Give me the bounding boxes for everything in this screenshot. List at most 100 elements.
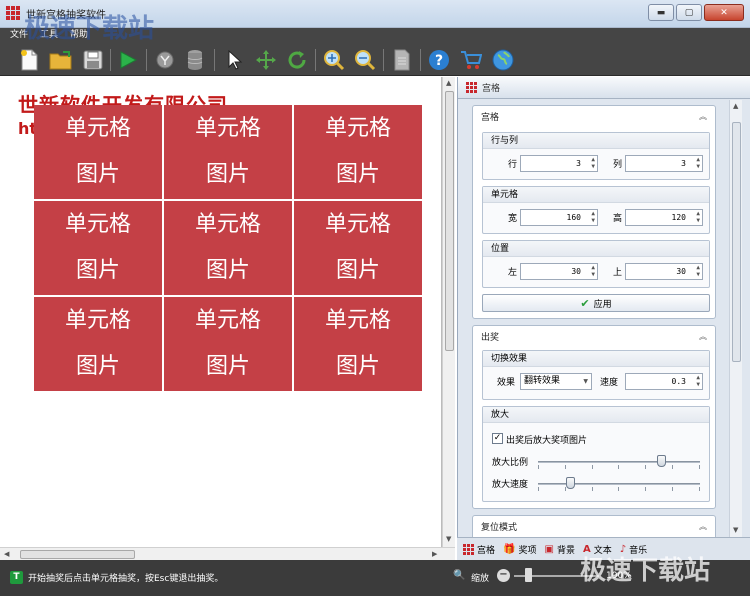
scroll-left-icon[interactable]: ◀ [4,550,9,558]
grid-cell-2[interactable]: 单元格 图片 [164,105,292,199]
collapse-icon[interactable]: ︽ [699,111,707,122]
spin-arrows-icon[interactable]: ▲ ▼ [591,156,595,170]
switch-effect-group: 切换效果 效果 翻转效果 ▼ 速度 0.3 ▲ ▼ [482,350,710,400]
grid-cell-9[interactable]: 单元格 图片 [294,297,422,391]
ratio-slider-track[interactable] [538,461,700,463]
canvas-horizontal-scrollbar[interactable]: ◀ ▶ [0,547,455,560]
group-title: 放大 [483,407,709,423]
spin-arrows-icon[interactable]: ▲ ▼ [696,210,700,224]
top-label: 上 [613,268,623,278]
zoom-out-icon[interactable] [352,47,378,73]
grid-cell-7[interactable]: 单元格 图片 [34,297,162,391]
spin-arrows-icon[interactable]: ▲ ▼ [591,264,595,278]
group-title: 位置 [483,241,709,257]
left-label: 左 [508,268,518,278]
cell-subtext: 图片 [205,162,250,187]
height-value: 120 [671,213,686,222]
globe-icon[interactable] [490,47,516,73]
cell-subtext: 图片 [335,354,380,379]
scroll-right-icon[interactable]: ▶ [432,550,437,558]
lottery-canvas[interactable]: 世新软件开发有限公司 ht 单元格图片 单元格图片 单元格图片 单元格图片 单元… [0,77,442,547]
zoom-label: 缩放 [471,574,490,584]
refresh-icon[interactable] [284,47,310,73]
grid-icon [463,543,474,555]
spin-arrows-icon[interactable]: ▲ ▼ [591,210,595,224]
panel-vertical-scrollbar[interactable]: ▲ ▼ [729,100,742,537]
new-icon[interactable] [16,47,42,73]
zoom-slider-thumb[interactable] [525,568,532,582]
prize-section-header[interactable]: 出奖 ︽ [473,326,715,346]
check-icon: ✔ [580,296,590,310]
panel-header: 宫格 [458,77,750,99]
collapse-icon[interactable]: ︽ [699,521,707,532]
help-icon[interactable]: ? [426,47,452,73]
pointer-icon[interactable] [222,47,248,73]
effect-select[interactable]: 翻转效果 ▼ [520,373,592,390]
grid-cell-8[interactable]: 单元格 图片 [164,297,292,391]
width-stepper[interactable]: 160 ▲ ▼ [520,209,598,226]
filter-icon[interactable] [152,47,178,73]
speed-slider-track[interactable] [538,483,700,485]
height-stepper[interactable]: 120 ▲ ▼ [625,209,703,226]
zoom-in-icon[interactable] [321,47,347,73]
play-icon[interactable] [115,47,141,73]
scroll-down-icon[interactable]: ▼ [446,535,451,543]
scroll-thumb[interactable] [445,91,454,351]
tab-grid[interactable]: 宫格 [463,543,495,556]
cart-icon[interactable] [458,47,484,73]
minimize-button[interactable]: ▬ [648,4,674,21]
row-stepper[interactable]: 3 ▲ ▼ [520,155,598,172]
close-button[interactable]: ✕ [704,4,744,21]
save-icon[interactable] [80,47,106,73]
document-icon[interactable] [389,47,415,73]
tab-prizes[interactable]: 🎁 奖项 [503,543,536,556]
grid-section-header[interactable]: 宫格 ︽ [473,106,715,126]
tab-background[interactable]: ▣ 背景 [544,543,574,556]
status-text: 开始抽奖后点击单元格抽奖，按Esc键退出抽奖。 [28,574,224,584]
speed-value: 0.3 [671,377,686,386]
move-icon[interactable] [253,47,279,73]
properties-panel: 宫格 宫格 ︽ 行与列 行 3 ▲ ▼ 列 3 ▲ ▼ 单元格 宽 160 ▲ ▼ 高 12… [457,77,750,560]
grid-cell-3[interactable]: 单元格 图片 [294,105,422,199]
scroll-thumb[interactable] [732,122,741,362]
speed-zoom-label: 放大速度 [492,480,529,490]
ratio-label: 放大比例 [492,458,529,468]
maximize-button[interactable]: ▢ [676,4,702,21]
speed-slider-thumb[interactable] [565,477,575,489]
spin-arrows-icon[interactable]: ▲ ▼ [696,156,700,170]
cell-text: 单元格 [324,116,391,141]
reset-section-header[interactable]: 复位模式 ︽ [473,516,715,536]
scroll-up-icon[interactable]: ▲ [733,102,738,110]
collapse-icon[interactable]: ︽ [699,331,707,342]
grid-cell-1[interactable]: 单元格 图片 [34,105,162,199]
grid-cell-5[interactable]: 单元格 图片 [164,201,292,295]
database-icon[interactable] [182,47,208,73]
speed-stepper[interactable]: 0.3 ▲ ▼ [625,373,703,390]
tab-label: 奖项 [518,545,537,556]
scroll-up-icon[interactable]: ▲ [446,79,451,87]
left-stepper[interactable]: 30 ▲ ▼ [520,263,598,280]
scroll-thumb[interactable] [20,550,135,559]
col-stepper[interactable]: 3 ▲ ▼ [625,155,703,172]
canvas-vertical-scrollbar[interactable]: ▲ ▼ [442,77,455,547]
group-title: 行与列 [483,133,709,149]
grid-icon [466,82,477,93]
cell-text: 单元格 [64,308,131,333]
app-icon [6,6,20,20]
open-icon[interactable] [48,47,74,73]
scroll-down-icon[interactable]: ▼ [733,526,738,534]
cell-subtext: 图片 [75,258,120,283]
grid-cell-4[interactable]: 单元格 图片 [34,201,162,295]
cell-subtext: 图片 [205,258,250,283]
spin-arrows-icon[interactable]: ▲ ▼ [696,264,700,278]
top-stepper[interactable]: 30 ▲ ▼ [625,263,703,280]
effect-label: 效果 [497,378,516,388]
zoom-checkbox[interactable]: ✓ [492,433,503,444]
zoom-minus-button[interactable]: − [497,569,510,582]
ratio-slider-thumb[interactable] [656,455,666,467]
group-title: 切换效果 [483,351,709,367]
grid-cell-6[interactable]: 单元格 图片 [294,201,422,295]
spin-arrows-icon[interactable]: ▲ ▼ [696,374,700,388]
cell-text: 单元格 [324,212,391,237]
apply-button[interactable]: ✔ 应用 [482,294,710,312]
